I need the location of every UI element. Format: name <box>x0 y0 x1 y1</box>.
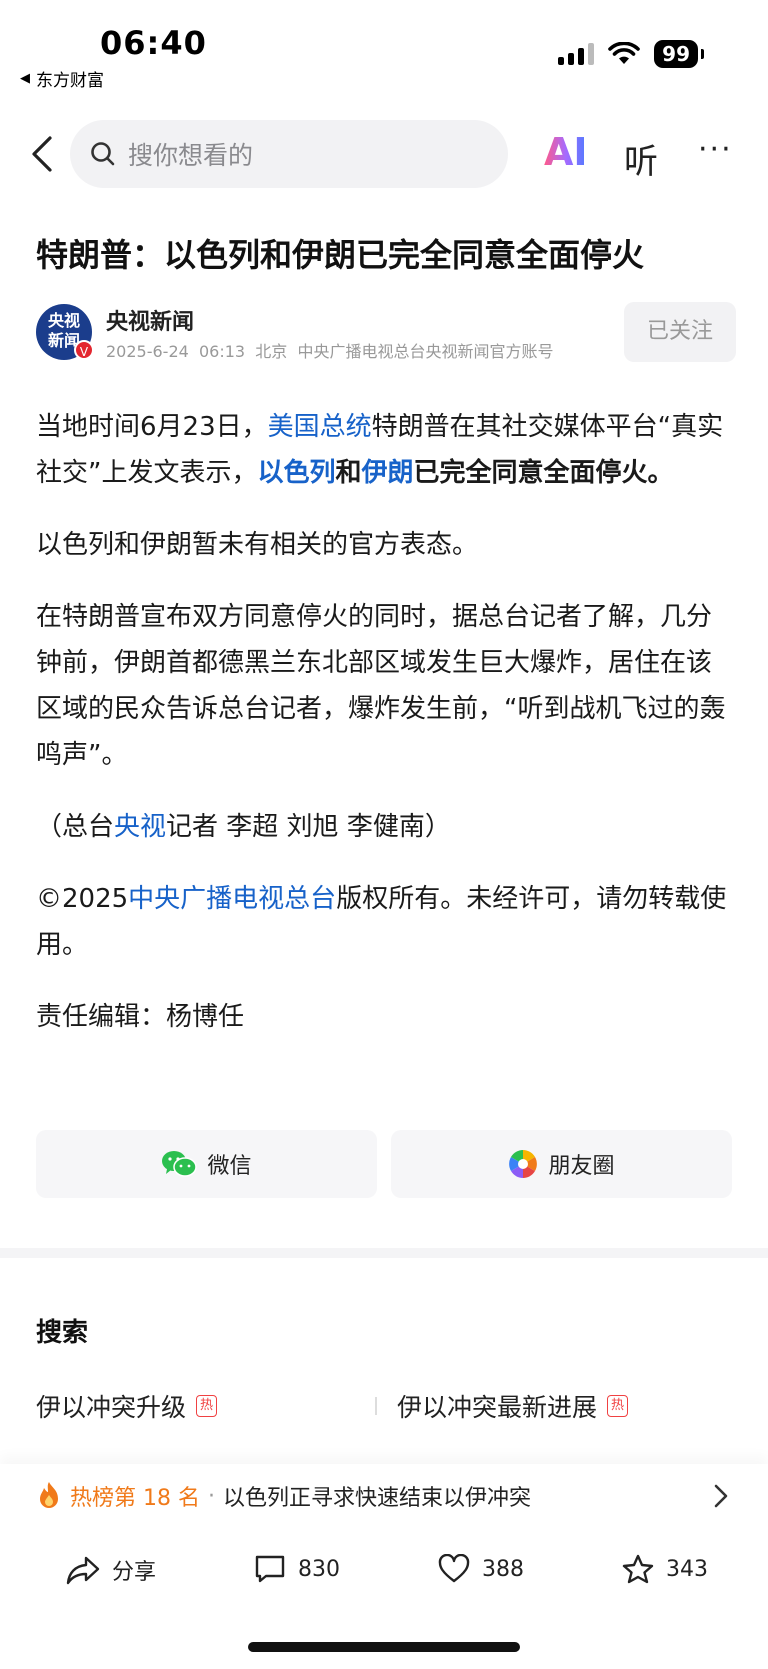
more-menu-button[interactable]: ··· <box>698 132 733 167</box>
hot-search-item[interactable]: 伊以冲突升级 热 <box>36 1388 375 1424</box>
share-label: 分享 <box>112 1560 157 1585</box>
like-button[interactable]: 388 <box>438 1554 524 1584</box>
share-icon <box>66 1556 100 1585</box>
link-cmg[interactable]: 中央广播电视总台 <box>128 884 336 914</box>
author-meta: 2025-6-24 06:13 北京 中央广播电视总台央视新闻官方账号 <box>106 338 553 362</box>
follow-button[interactable]: 已关注 <box>624 302 736 362</box>
moments-label: 朋友圈 <box>548 1154 615 1179</box>
back-to-app-link[interactable]: ◀ 东方财富 <box>20 66 104 91</box>
battery-icon: 99 <box>654 40 704 68</box>
status-bar: 06:40 ◀ 东方财富 99 <box>0 0 768 96</box>
p4-text-a: （总台 <box>36 812 115 842</box>
publish-time: 06:13 <box>198 342 246 361</box>
avatar-text-top: 央视 <box>47 311 80 330</box>
p1-text-d: 已完全同意全面停火。 <box>413 458 674 488</box>
hot-search-label: 伊以冲突升级 <box>36 1393 187 1422</box>
wifi-icon <box>608 42 640 64</box>
verified-badge-icon: V <box>74 340 94 360</box>
comment-icon <box>255 1555 285 1583</box>
cellular-signal-icon <box>558 43 595 65</box>
paragraph-3: 在特朗普宣布双方同意停火的同时，据总台记者了解，几分钟前，伊朗首都德黑兰东北部区… <box>36 602 726 770</box>
link-us-president[interactable]: 美国总统 <box>268 412 372 442</box>
p1-text-c: 和 <box>335 458 362 488</box>
hot-tag: 热 <box>196 1395 218 1417</box>
search-icon <box>91 142 115 166</box>
vertical-separator <box>375 1397 377 1415</box>
status-time: 06:40 <box>100 24 207 62</box>
comment-count: 830 <box>298 1556 340 1582</box>
article-title: 特朗普：以色列和伊朗已完全同意全面停火 <box>36 236 645 274</box>
publish-date: 2025-6-24 <box>106 342 189 361</box>
link-cctv[interactable]: 央视 <box>114 812 166 842</box>
hot-search-label: 伊以冲突最新进展 <box>396 1393 597 1422</box>
paragraph-4: （总台央视记者 李超 刘旭 李健南） <box>36 804 736 850</box>
back-app-label: 东方财富 <box>36 71 104 91</box>
listen-button[interactable]: 听 <box>624 134 658 183</box>
author-name[interactable]: 央视新闻 <box>106 304 194 336</box>
hot-rank-separator: · <box>207 1483 215 1509</box>
hot-search-row: 伊以冲突升级 热 伊以冲突最新进展 热 <box>36 1386 736 1426</box>
publish-location: 北京 <box>255 342 288 361</box>
hot-rank-label: 热榜第 18 名 <box>70 1486 200 1511</box>
paragraph-2: 以色列和伊朗暂未有相关的官方表态。 <box>36 530 479 560</box>
paragraph-1: 当地时间6月23日，美国总统特朗普在其社交媒体平台“真实社交”上发文表示，以色列… <box>36 404 736 496</box>
bottom-action-bar: 分享 830 388 343 <box>0 1540 768 1600</box>
share-wechat-button[interactable]: 微信 <box>36 1130 377 1198</box>
p4-text-b: 记者 李超 刘旭 李健南） <box>166 812 451 842</box>
hot-rank-bar[interactable]: 热榜第 18 名 · 以色列正寻求快速结束以伊冲突 <box>0 1464 768 1528</box>
p5-text-a: ©2025 <box>36 884 129 914</box>
hot-search-item[interactable]: 伊以冲突最新进展 热 <box>397 1388 736 1424</box>
hot-rank-text: 以色列正寻求快速结束以伊冲突 <box>222 1486 531 1511</box>
like-count: 388 <box>482 1556 524 1582</box>
search-placeholder: 搜你想看的 <box>128 141 254 170</box>
star-icon <box>622 1554 654 1584</box>
back-arrow-icon[interactable] <box>26 132 66 176</box>
author-description: 中央广播电视总台央视新闻官方账号 <box>297 342 554 361</box>
share-button[interactable]: 分享 <box>66 1554 156 1586</box>
top-nav: 搜你想看的 AI 听 ··· <box>0 116 768 192</box>
heart-icon <box>438 1554 470 1583</box>
wechat-icon <box>162 1151 198 1177</box>
author-row: 央视 新闻 V 央视新闻 2025-6-24 06:13 北京 中央广播电视总台… <box>36 302 736 362</box>
section-divider <box>0 1248 768 1258</box>
favorite-count: 343 <box>666 1556 708 1582</box>
search-section-title: 搜索 <box>36 1318 89 1348</box>
fire-icon <box>40 1482 58 1508</box>
article-body: 当地时间6月23日，美国总统特朗普在其社交媒体平台“真实社交”上发文表示，以色列… <box>36 404 736 1066</box>
chevron-right-icon <box>714 1484 728 1508</box>
link-israel[interactable]: 以色列 <box>257 458 335 488</box>
hot-tag: 热 <box>606 1395 628 1417</box>
favorite-button[interactable]: 343 <box>622 1554 708 1584</box>
link-iran[interactable]: 伊朗 <box>362 458 414 488</box>
status-icons: 99 <box>558 40 704 68</box>
p1-text-a: 当地时间6月23日， <box>36 412 268 442</box>
wechat-label: 微信 <box>207 1154 252 1179</box>
paragraph-copyright: ©2025中央广播电视总台版权所有。未经许可，请勿转载使用。 <box>36 876 736 968</box>
ai-button[interactable]: AI <box>544 130 588 174</box>
share-row: 微信 朋友圈 <box>36 1130 732 1198</box>
home-indicator[interactable] <box>248 1642 520 1652</box>
comment-button[interactable]: 830 <box>254 1554 340 1584</box>
moments-icon <box>509 1150 538 1178</box>
search-input[interactable]: 搜你想看的 <box>70 120 508 188</box>
back-triangle-icon: ◀ <box>20 71 30 86</box>
share-moments-button[interactable]: 朋友圈 <box>391 1130 732 1198</box>
editor-credit: 责任编辑：杨博任 <box>36 1002 245 1032</box>
